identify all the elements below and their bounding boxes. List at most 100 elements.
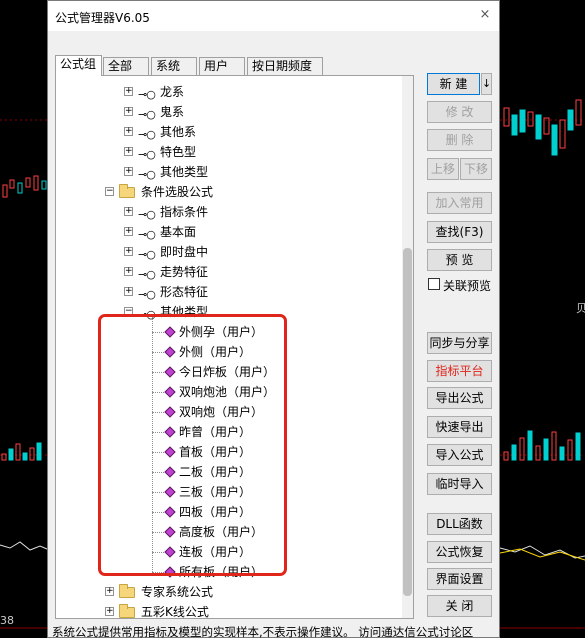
background-volume-bar	[15, 443, 21, 461]
export-formula-button[interactable]: 导出公式	[427, 387, 492, 409]
background-volume-bar	[567, 439, 573, 461]
dialog-title: 公式管理器V6.05	[55, 11, 150, 25]
background-candle	[2, 184, 8, 198]
background-volume-bar	[543, 438, 549, 461]
background-candle	[41, 180, 47, 190]
tab-by-date-frequency[interactable]: 按日期频度	[247, 57, 323, 75]
background-candle	[527, 111, 534, 127]
tree-node-label: 指标条件	[160, 205, 209, 219]
ui-settings-button[interactable]: 界面设置	[427, 568, 492, 590]
tree-node[interactable]: + 专家系统公式	[56, 582, 402, 602]
preview-button[interactable]: 预 览	[427, 249, 492, 271]
restore-formula-button[interactable]: 公式恢复	[427, 541, 492, 563]
dll-functions-button[interactable]: DLL函数	[427, 513, 492, 535]
close-icon[interactable]: ×	[477, 7, 493, 23]
background-candle	[575, 99, 582, 126]
background-candle	[551, 124, 558, 156]
background-candle	[503, 107, 510, 127]
background-candle	[511, 114, 518, 136]
move-up-button[interactable]: 上移	[427, 158, 459, 180]
close-button[interactable]: 关 闭	[427, 595, 492, 617]
new-dropdown-arrow-icon[interactable]: ↓	[481, 73, 492, 95]
quick-export-button[interactable]: 快速导出	[427, 416, 492, 438]
background-volume-bar	[22, 452, 28, 461]
find-button[interactable]: 查找(F3)	[427, 221, 492, 243]
tree-node[interactable]: + ⊸○ 其他类型	[56, 162, 402, 182]
expand-icon[interactable]: +	[124, 147, 133, 156]
tree-scrollbar[interactable]	[402, 76, 413, 618]
scrollbar-thumb[interactable]	[403, 248, 412, 596]
tree-node-label: 专家系统公式	[141, 585, 214, 599]
folder-icon	[119, 184, 135, 198]
tree-node[interactable]: + 五彩K线公式	[56, 602, 402, 618]
close-preview-label: 关联预览	[443, 279, 492, 293]
title-bar[interactable]: 公式管理器V6.05 ×	[48, 1, 499, 31]
delete-button[interactable]: 删 除	[427, 129, 492, 151]
expand-icon[interactable]: +	[105, 607, 114, 616]
background-candle	[559, 119, 566, 149]
tab-system[interactable]: 系统	[151, 57, 197, 75]
background-volume-bar	[519, 437, 525, 461]
expand-icon[interactable]: +	[124, 287, 133, 296]
expand-icon[interactable]: +	[124, 247, 133, 256]
desktop-stage: 38 贝 公式管理器V6.05 × 公式组 全部 系统 用户 按日期频度 + ⊸○…	[0, 0, 585, 638]
tree-node-label: 即时盘中	[160, 245, 209, 259]
collapse-icon[interactable]: −	[105, 187, 114, 196]
tree-node[interactable]: + ⊸○ 其他系	[56, 122, 402, 142]
import-formula-button[interactable]: 导入公式	[427, 444, 492, 466]
background-volume-bar	[559, 446, 565, 461]
tree-node[interactable]: + ⊸○ 即时盘中	[56, 242, 402, 262]
temp-import-button[interactable]: 临时导入	[427, 473, 492, 495]
tree-node[interactable]: + ⊸○ 龙系	[56, 82, 402, 102]
add-to-common-button[interactable]: 加入常用	[427, 192, 492, 214]
background-volume-bar	[511, 444, 517, 461]
background-candle	[25, 177, 31, 188]
folder-icon	[119, 584, 135, 598]
background-candle	[17, 182, 23, 194]
background-indicator-line	[0, 541, 48, 551]
background-candle	[33, 175, 39, 191]
tree-node-label: 其他类型	[160, 165, 209, 179]
background-candle	[567, 109, 574, 131]
expand-icon[interactable]: +	[124, 167, 133, 176]
sync-share-button[interactable]: 同步与分享	[427, 332, 492, 354]
background-indicator-line	[499, 548, 585, 561]
background-volume-bar	[8, 448, 14, 461]
background-axis-number: 38	[0, 614, 14, 627]
tree-node[interactable]: + ⊸○ 指标条件	[56, 202, 402, 222]
tree-node[interactable]: + ⊸○ 特色型	[56, 142, 402, 162]
tab-formula-group[interactable]: 公式组	[55, 55, 102, 76]
tree-node-label: 其他系	[160, 125, 197, 139]
expand-icon[interactable]: +	[124, 227, 133, 236]
expand-icon[interactable]: +	[124, 127, 133, 136]
expand-icon[interactable]: +	[124, 107, 133, 116]
tree-node-label: 形态特征	[160, 285, 209, 299]
background-volume-bar	[535, 445, 541, 461]
move-down-button[interactable]: 下移	[460, 158, 492, 180]
background-volume-bar	[503, 451, 509, 461]
tab-user[interactable]: 用户	[199, 57, 245, 75]
tree-node-label: 基本面	[160, 225, 197, 239]
tree-node[interactable]: + ⊸○ 基本面	[56, 222, 402, 242]
tree-node[interactable]: + ⊸○ 鬼系	[56, 102, 402, 122]
background-volume-bar	[551, 431, 557, 461]
edit-button[interactable]: 修 改	[427, 101, 492, 123]
tab-all[interactable]: 全部	[103, 57, 149, 75]
tree-node[interactable]: + ⊸○ 走势特征	[56, 262, 402, 282]
new-button[interactable]: 新 建	[427, 73, 480, 95]
footer-notice: 系统公式提供常用指标及模型的实现样本,不表示操作建议。 访问通达信公式讨论区	[52, 625, 474, 638]
indicator-platform-button[interactable]: 指标平台	[427, 360, 492, 382]
tree-node-label: 特色型	[160, 145, 197, 159]
tree-node[interactable]: − 条件选股公式	[56, 182, 402, 202]
close-preview-checkbox[interactable]	[428, 278, 440, 290]
expand-icon[interactable]: +	[124, 207, 133, 216]
background-candle	[535, 114, 542, 140]
highlight-annotation-box	[98, 314, 287, 576]
tree-node-label: 走势特征	[160, 265, 209, 279]
expand-icon[interactable]: +	[124, 87, 133, 96]
tree-node[interactable]: + ⊸○ 形态特征	[56, 282, 402, 302]
expand-icon[interactable]: +	[105, 587, 114, 596]
expand-icon[interactable]: +	[124, 267, 133, 276]
tree-node-label: 条件选股公式	[141, 185, 214, 199]
background-candle	[9, 179, 15, 189]
